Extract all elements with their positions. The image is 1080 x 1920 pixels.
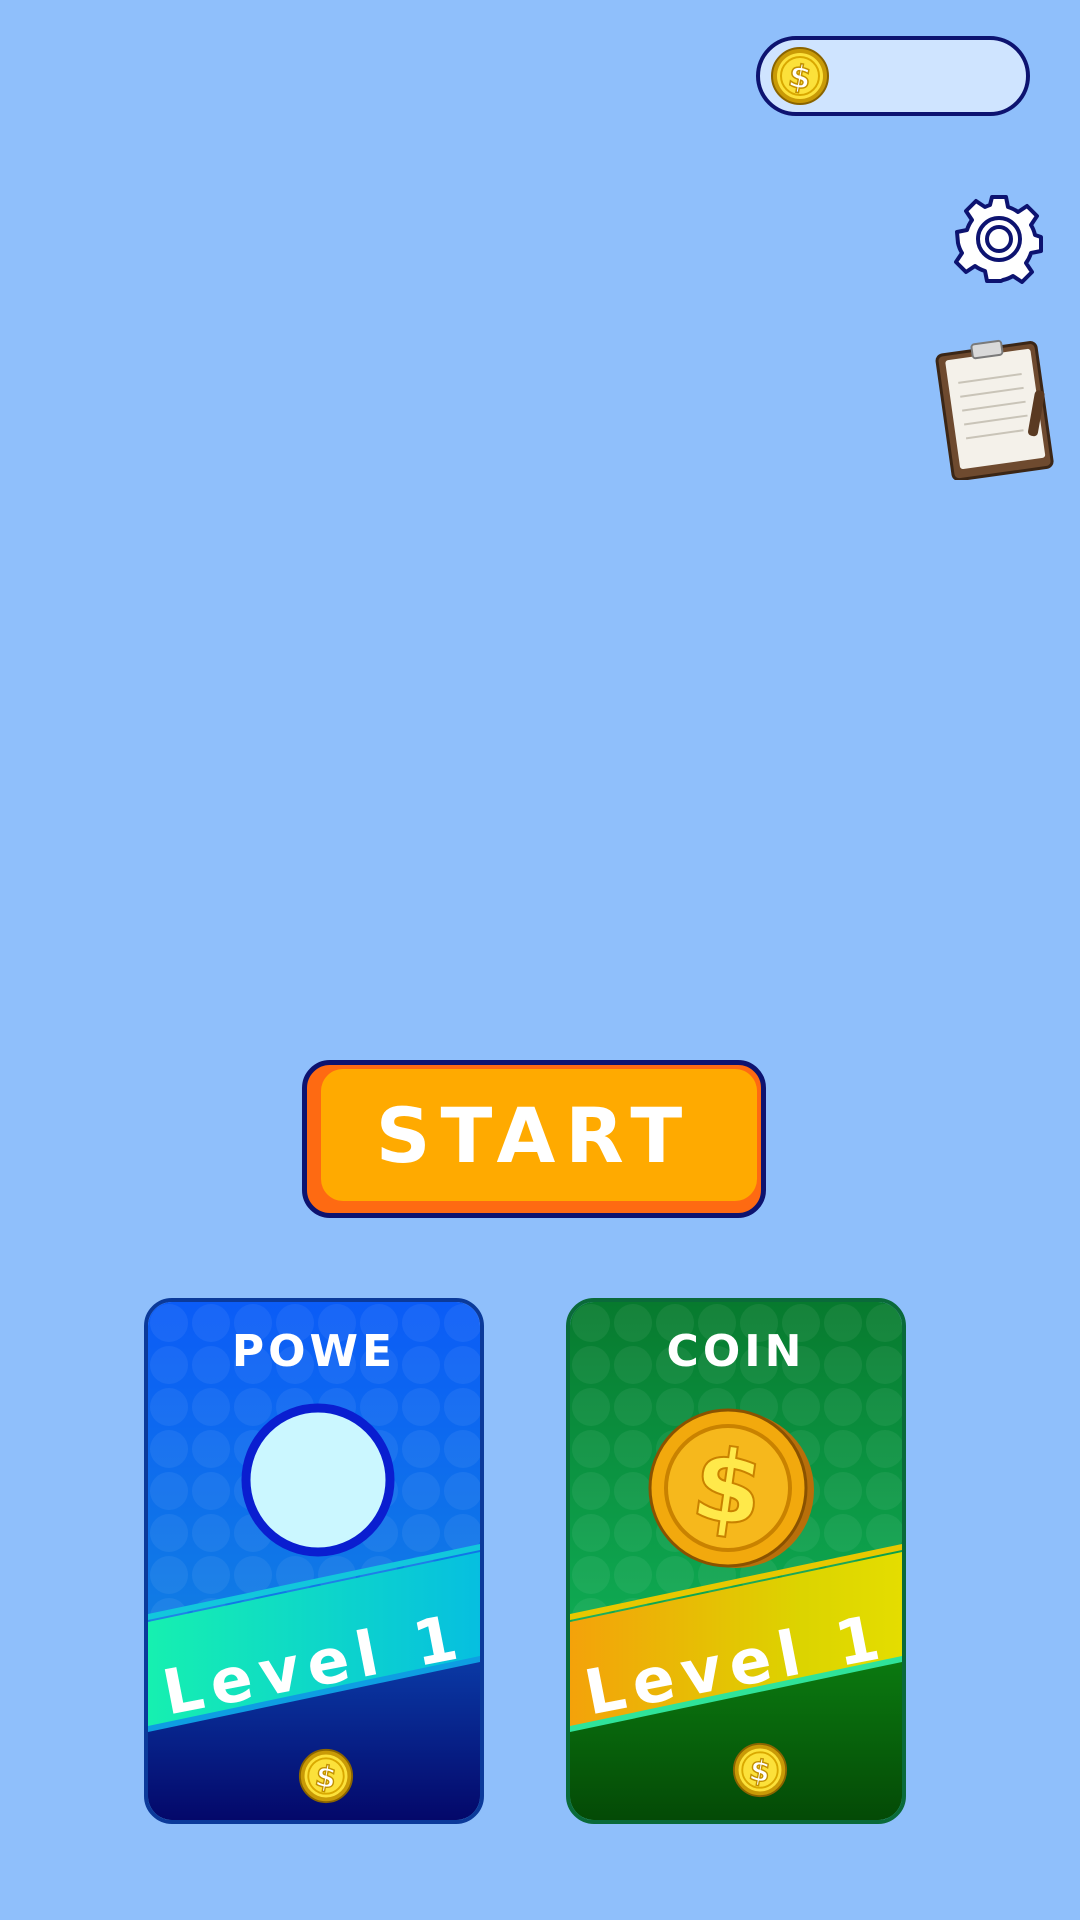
power-orb-icon <box>241 1403 395 1557</box>
gear-icon[interactable] <box>954 194 1044 284</box>
card-level: Level 1 <box>156 1598 472 1730</box>
card-title: COIN <box>666 1326 806 1377</box>
dollar-coin-icon: $ <box>648 1408 814 1568</box>
start-button[interactable]: START <box>302 1060 766 1218</box>
card-title: POWE <box>231 1326 397 1377</box>
dollar-coin-icon: $ <box>771 47 829 105</box>
upgrade-card-coin[interactable]: COIN $ Level 1 $ <box>566 1298 906 1824</box>
upgrade-card-power[interactable]: POWE Level 1 $ <box>144 1298 484 1824</box>
dollar-coin-icon: $ <box>732 1742 788 1798</box>
coin-counter: $ <box>756 36 1030 116</box>
clipboard-icon[interactable] <box>930 334 1060 480</box>
dollar-coin-icon: $ <box>298 1748 354 1804</box>
start-button-label: START <box>375 1090 693 1180</box>
coin-count <box>848 40 1006 112</box>
card-level: Level 1 <box>578 1598 894 1730</box>
